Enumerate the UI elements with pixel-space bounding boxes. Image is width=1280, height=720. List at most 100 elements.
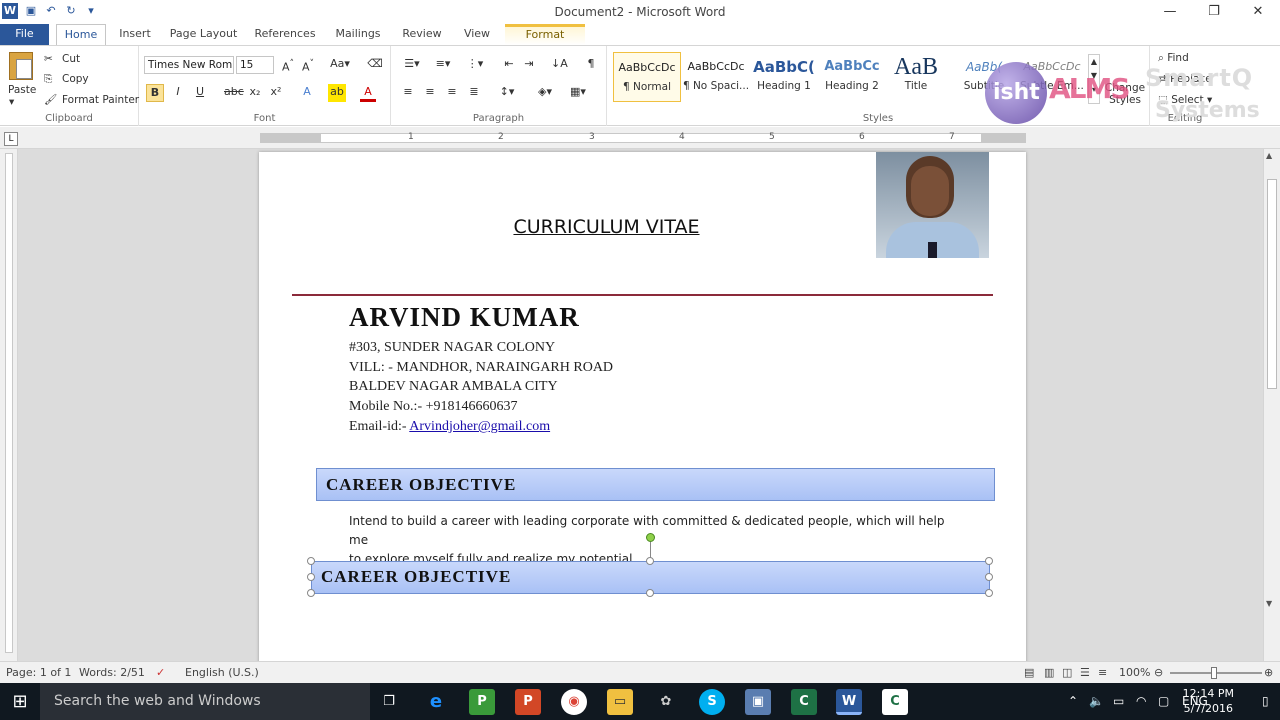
resize-handle-tr[interactable] [985,557,993,565]
address-line[interactable]: BALDEV NAGAR AMBALA CITY [349,379,558,395]
profile-photo[interactable] [876,152,989,258]
increase-indent-icon[interactable]: ⇥ [521,56,537,74]
tab-format[interactable]: Format [505,24,585,45]
wifi-icon[interactable]: ◠ [1136,683,1146,720]
paste-icon[interactable] [9,52,33,80]
view-web-layout-icon[interactable]: ◫ [1062,666,1072,679]
tab-mailings[interactable]: Mailings [328,24,388,45]
resize-handle-tl[interactable] [307,557,315,565]
vertical-scrollbar[interactable]: ▲ ▼ [1263,149,1280,661]
tab-review[interactable]: Review [396,24,448,45]
chrome-icon[interactable]: ◉ [561,689,587,715]
tab-file[interactable]: File [0,24,49,45]
close-button[interactable]: ✕ [1236,0,1280,24]
scroll-thumb[interactable] [1267,179,1277,389]
tab-insert[interactable]: Insert [110,24,160,45]
style-heading-2[interactable]: AaBbCc Heading 2 [818,52,886,102]
highlight-icon[interactable]: ab [328,84,346,102]
underline-icon[interactable]: U [192,84,208,102]
font-size-combo[interactable]: 15 [236,56,274,74]
cut-button[interactable]: Cut [62,53,80,65]
resize-handle-ml[interactable] [307,573,315,581]
text-effects-icon[interactable]: A [299,84,315,102]
font-color-icon[interactable]: A [360,84,376,102]
task-view-icon[interactable]: ❐ [376,689,402,715]
tab-home[interactable]: Home [56,24,106,45]
powerpoint-icon[interactable]: P [515,689,541,715]
action-center-icon[interactable]: ▯ [1262,683,1269,720]
style-normal[interactable]: AaBbCcDc ¶ Normal [613,52,681,102]
resize-handle-bc[interactable] [646,589,654,597]
scroll-up-icon[interactable]: ▲ [1266,151,1272,160]
copy-button[interactable]: Copy [62,73,89,85]
view-draft-icon[interactable]: ≡ [1098,666,1107,679]
bullets-icon[interactable]: ☰▾ [400,56,424,74]
word-count[interactable]: Words: 2/51 [79,666,145,679]
align-right-icon[interactable]: ≡ [444,84,460,102]
proofing-icon[interactable]: ✓ [156,666,165,679]
style-no-spacing[interactable]: AaBbCcDc ¶ No Spaci... [682,52,750,102]
cut-icon[interactable]: ✂ [44,53,53,65]
tab-selector-icon[interactable]: L [4,132,18,146]
file-explorer-icon[interactable]: ▭ [607,689,633,715]
numbering-icon[interactable]: ≡▾ [431,56,455,74]
justify-icon[interactable]: ≣ [466,84,482,102]
paste-dropdown-icon[interactable]: ▾ [9,96,14,108]
italic-icon[interactable]: I [170,84,186,102]
address-line[interactable]: VILL: - MANDHOR, NARAINGARH ROAD [349,360,613,376]
zoom-out-icon[interactable]: ⊖ [1154,666,1163,679]
zoom-level[interactable]: 100% [1119,666,1150,679]
mobile-line[interactable]: Mobile No.:- +918146660637 [349,399,518,415]
shrink-font-icon[interactable]: A˅ [300,56,316,74]
font-name-combo[interactable]: Times New Rom [144,56,234,74]
minimize-button[interactable]: — [1148,0,1192,24]
camtasia-recorder-icon[interactable]: C [882,689,908,715]
bold-icon[interactable]: B [146,84,164,102]
format-painter-button[interactable]: Format Painter [62,94,139,106]
style-heading-1[interactable]: AaBbC( Heading 1 [750,52,818,102]
volume-icon[interactable]: 🔈 [1089,683,1104,720]
view-full-screen-icon[interactable]: ▥ [1044,666,1054,679]
resize-handle-tc[interactable] [646,557,654,565]
language-indicator[interactable]: English (U.S.) [185,666,259,679]
rotate-handle[interactable] [646,533,655,542]
word-taskbar-icon[interactable]: W [836,689,862,715]
system-clock[interactable]: 12:14 PM 5/7/2016 [1183,686,1234,716]
publisher-icon[interactable]: P [469,689,495,715]
page-count[interactable]: Page: 1 of 1 [6,666,71,679]
tab-page-layout[interactable]: Page Layout [166,24,241,45]
email-line[interactable]: Email-id:- Arvindjoher@gmail.com [349,419,550,435]
line-spacing-icon[interactable]: ↕▾ [495,84,519,102]
clear-formatting-icon[interactable]: ⌫ [367,56,383,74]
tray-chevron-icon[interactable]: ⌃ [1068,683,1078,720]
camtasia-icon[interactable]: C [791,689,817,715]
zoom-in-icon[interactable]: ⊕ [1264,666,1273,679]
section-bar-career-objective[interactable]: CAREER OBJECTIVE [316,468,995,501]
paint-icon[interactable]: ✿ [653,689,679,715]
address-line[interactable]: #303, SUNDER NAGAR COLONY [349,340,555,356]
resize-handle-bl[interactable] [307,589,315,597]
tab-references[interactable]: References [250,24,320,45]
restore-button[interactable]: ❐ [1192,0,1236,24]
decrease-indent-icon[interactable]: ⇤ [501,56,517,74]
skype-icon[interactable]: S [699,689,725,715]
applicant-name[interactable]: ARVIND KUMAR [349,302,580,333]
style-title[interactable]: AaB Title [882,52,950,102]
document-page[interactable]: CURRICULUM VITAE ARVIND KUMAR #303, SUND… [259,152,1026,661]
borders-icon[interactable]: ▦▾ [566,84,590,102]
show-marks-icon[interactable]: ¶ [583,56,599,74]
view-print-layout-icon[interactable]: ▤ [1024,666,1034,679]
subscript-icon[interactable]: x₂ [247,84,263,102]
superscript-icon[interactable]: x² [268,84,284,102]
sort-icon[interactable]: ↓A [551,56,568,74]
grow-font-icon[interactable]: A˄ [280,56,296,74]
remote-desktop-icon[interactable]: ▣ [745,689,771,715]
taskbar-search[interactable]: Search the web and Windows [40,683,370,720]
resize-handle-br[interactable] [985,589,993,597]
email-link[interactable]: Arvindjoher@gmail.com [409,419,550,434]
resize-handle-mr[interactable] [985,573,993,581]
cv-title[interactable]: CURRICULUM VITAE [259,216,954,238]
ruler-strip[interactable]: 1 2 3 4 5 6 7 [260,132,1026,143]
edge-icon[interactable]: e [423,689,449,715]
zoom-slider-knob[interactable] [1211,667,1217,679]
